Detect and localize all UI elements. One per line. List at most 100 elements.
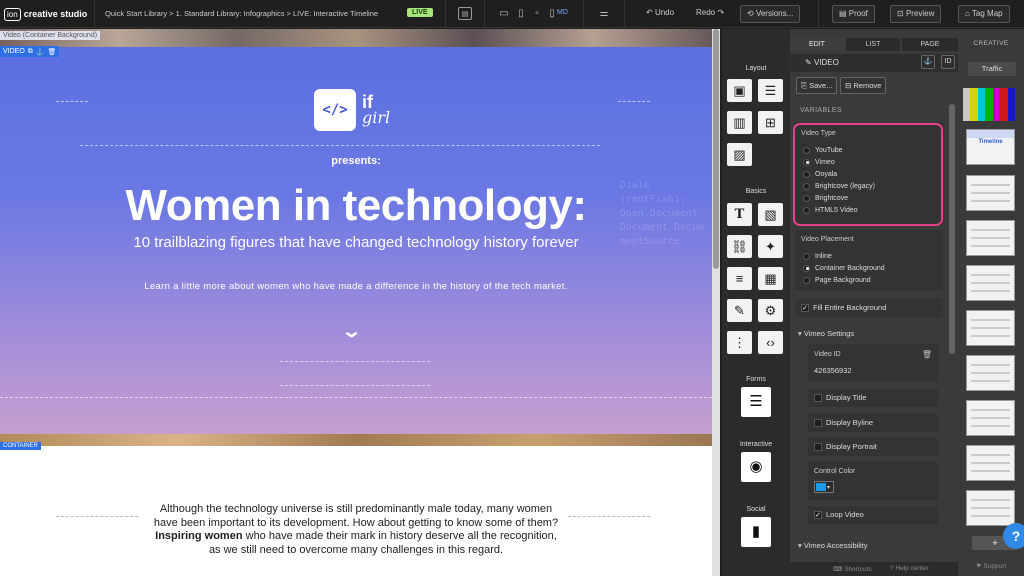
page-thumbnail[interactable]	[966, 175, 1015, 211]
dashed-guide	[56, 101, 88, 102]
layout-media-icon[interactable]: ▨	[727, 143, 752, 166]
tab-edit[interactable]: EDIT	[790, 38, 844, 51]
intro-bold: Inspiring women	[155, 530, 243, 542]
table-icon[interactable]: ▦	[758, 267, 783, 290]
radio-label: Page Background	[815, 276, 871, 284]
layout-view-icon[interactable]: ▤	[458, 7, 472, 20]
layout-container-icon[interactable]: ▣	[727, 79, 752, 102]
thumbnail-color-bars[interactable]	[963, 88, 1015, 121]
canvas-scrollbar[interactable]	[712, 29, 720, 576]
support-link[interactable]: ⚑ Support	[958, 562, 1024, 570]
page-thumbnail[interactable]	[966, 355, 1015, 391]
radio-circle	[803, 276, 810, 284]
palette-social-heading: Social	[746, 506, 766, 513]
image-icon[interactable]: ▧	[758, 203, 783, 226]
text-icon[interactable]: T	[727, 203, 752, 226]
shortcuts-link[interactable]: ⌨ Shortcuts	[833, 565, 872, 573]
vimeo-accessibility-section[interactable]: Vimeo Accessibility	[798, 541, 868, 550]
top-bar: ion creative studio Quick Start Library …	[0, 0, 1024, 28]
anchor-icon[interactable]: ⚓	[921, 55, 935, 69]
copy-icon[interactable]: ⧉	[28, 48, 33, 56]
brand-logo: </> if girl	[314, 89, 390, 131]
vimeo-settings-section[interactable]: Vimeo Settings	[798, 329, 854, 338]
page-thumbnail[interactable]	[966, 220, 1015, 256]
desktop-icon[interactable]: ▭	[497, 7, 511, 20]
dashed-guide	[80, 145, 600, 146]
editor-canvas[interactable]: Diale (rentFish); Open Document Document…	[0, 29, 712, 576]
chevron-down-icon[interactable]: ⌄	[341, 321, 362, 342]
anchor-icon[interactable]: ⚓	[36, 48, 45, 56]
breakpoint-md[interactable]: MD	[557, 9, 568, 16]
page-thumbnail[interactable]	[966, 265, 1015, 301]
laptop-icon[interactable]: ▯	[514, 7, 528, 20]
dashed-guide	[280, 385, 430, 386]
link-icon[interactable]: ⛓	[727, 235, 752, 258]
tagmap-button[interactable]: ⌂ Tag Map	[958, 5, 1010, 23]
embed-icon[interactable]: ⋮	[727, 331, 752, 354]
trash-icon[interactable]: 🗑	[48, 48, 57, 56]
sliders-icon[interactable]: ⚌	[597, 7, 611, 20]
tablet-icon[interactable]: ▫	[530, 7, 544, 20]
control-color-picker[interactable]: ▾	[814, 481, 834, 493]
trash-icon[interactable]: 🗑	[922, 350, 932, 359]
hero-video-section[interactable]: Diale (rentFish); Open Document Document…	[0, 29, 712, 446]
proof-button[interactable]: ▤ Proof	[832, 5, 875, 23]
tagmap-label: Tag Map	[971, 9, 1003, 18]
id-button[interactable]: ID	[941, 55, 955, 69]
code-icon[interactable]: ‹›	[758, 331, 783, 354]
traffic-tab[interactable]: Traffic	[968, 62, 1016, 76]
panel-footer: ⌨ Shortcuts ? Help center	[790, 562, 958, 576]
video-element-toolbar[interactable]: VIDEO ⧉ ⚓ 🗑	[0, 46, 60, 57]
control-color-field: Control Color ▾	[808, 462, 938, 500]
save-button[interactable]: ⎘ Save...	[796, 77, 838, 94]
form-icon[interactable]: ☰	[741, 387, 771, 417]
control-color-label: Control Color	[814, 468, 856, 475]
list-icon[interactable]: ≡	[727, 267, 752, 290]
page-thumbnail[interactable]: Timeline	[966, 129, 1015, 165]
help-button[interactable]: ?	[1003, 523, 1024, 549]
display-title-checkbox[interactable]: Display Title	[808, 389, 938, 407]
settings-icon[interactable]: ⚙	[758, 299, 783, 322]
display-byline-checkbox[interactable]: Display Byline	[808, 414, 938, 432]
layout-add-section-icon[interactable]: ⊞	[758, 111, 783, 134]
video-background	[0, 29, 712, 47]
brand-girl: girl	[362, 108, 391, 127]
page-tagline: Learn a little more about women who have…	[144, 281, 568, 292]
remove-button[interactable]: ⊟ Remove	[840, 77, 887, 94]
radio-label: Container Background	[815, 264, 885, 272]
page-thumbnail[interactable]	[966, 490, 1015, 526]
play-icon[interactable]: ◉	[741, 452, 771, 482]
app-logo[interactable]: ion creative studio	[4, 6, 87, 22]
page-thumbnail[interactable]	[966, 310, 1015, 346]
radio-page-background[interactable]: Page Background	[803, 275, 871, 285]
page-thumbnail[interactable]	[966, 400, 1015, 436]
fill-background-checkbox[interactable]: ✓ Fill Entire Background	[795, 299, 943, 317]
tab-list[interactable]: LIST	[846, 38, 900, 51]
chat-icon[interactable]: ▮	[741, 517, 771, 547]
scrollbar-thumb[interactable]	[713, 29, 719, 269]
page-thumbnail[interactable]	[966, 445, 1015, 481]
panel-tabs: EDIT LIST PAGE	[790, 38, 958, 51]
location-icon[interactable]: ✦	[758, 235, 783, 258]
versions-button[interactable]: ⟲ Versions...	[740, 5, 801, 23]
redo-button[interactable]: Redo ↷	[690, 5, 730, 23]
undo-button[interactable]: ↶ Undo	[640, 5, 680, 23]
display-portrait-checkbox[interactable]: Display Portrait	[808, 438, 938, 456]
video-id-input[interactable]: 426356932	[814, 366, 852, 375]
layout-columns-icon[interactable]: ▥	[727, 111, 752, 134]
loop-video-checkbox[interactable]: ✓ Loop Video	[808, 506, 938, 524]
shortcuts-label: Shortcuts	[844, 566, 872, 573]
tab-page[interactable]: PAGE	[902, 38, 958, 51]
help-center-link[interactable]: ? Help center	[890, 565, 929, 572]
help-center-label: Help center	[895, 565, 929, 572]
layout-rows-icon[interactable]: ☰	[758, 79, 783, 102]
radio-inline[interactable]: Inline	[803, 251, 832, 261]
radio-circle	[803, 252, 810, 260]
highlight-frame	[793, 123, 943, 226]
breadcrumb[interactable]: Quick Start Library > 1. Standard Librar…	[105, 9, 378, 18]
panel-scrollbar[interactable]	[949, 104, 955, 354]
shape-icon[interactable]: ✎	[727, 299, 752, 322]
checkbox-label: Display Title	[826, 393, 867, 402]
radio-container-background[interactable]: Container Background	[803, 263, 885, 273]
preview-button[interactable]: ⊡ Preview	[890, 5, 942, 23]
